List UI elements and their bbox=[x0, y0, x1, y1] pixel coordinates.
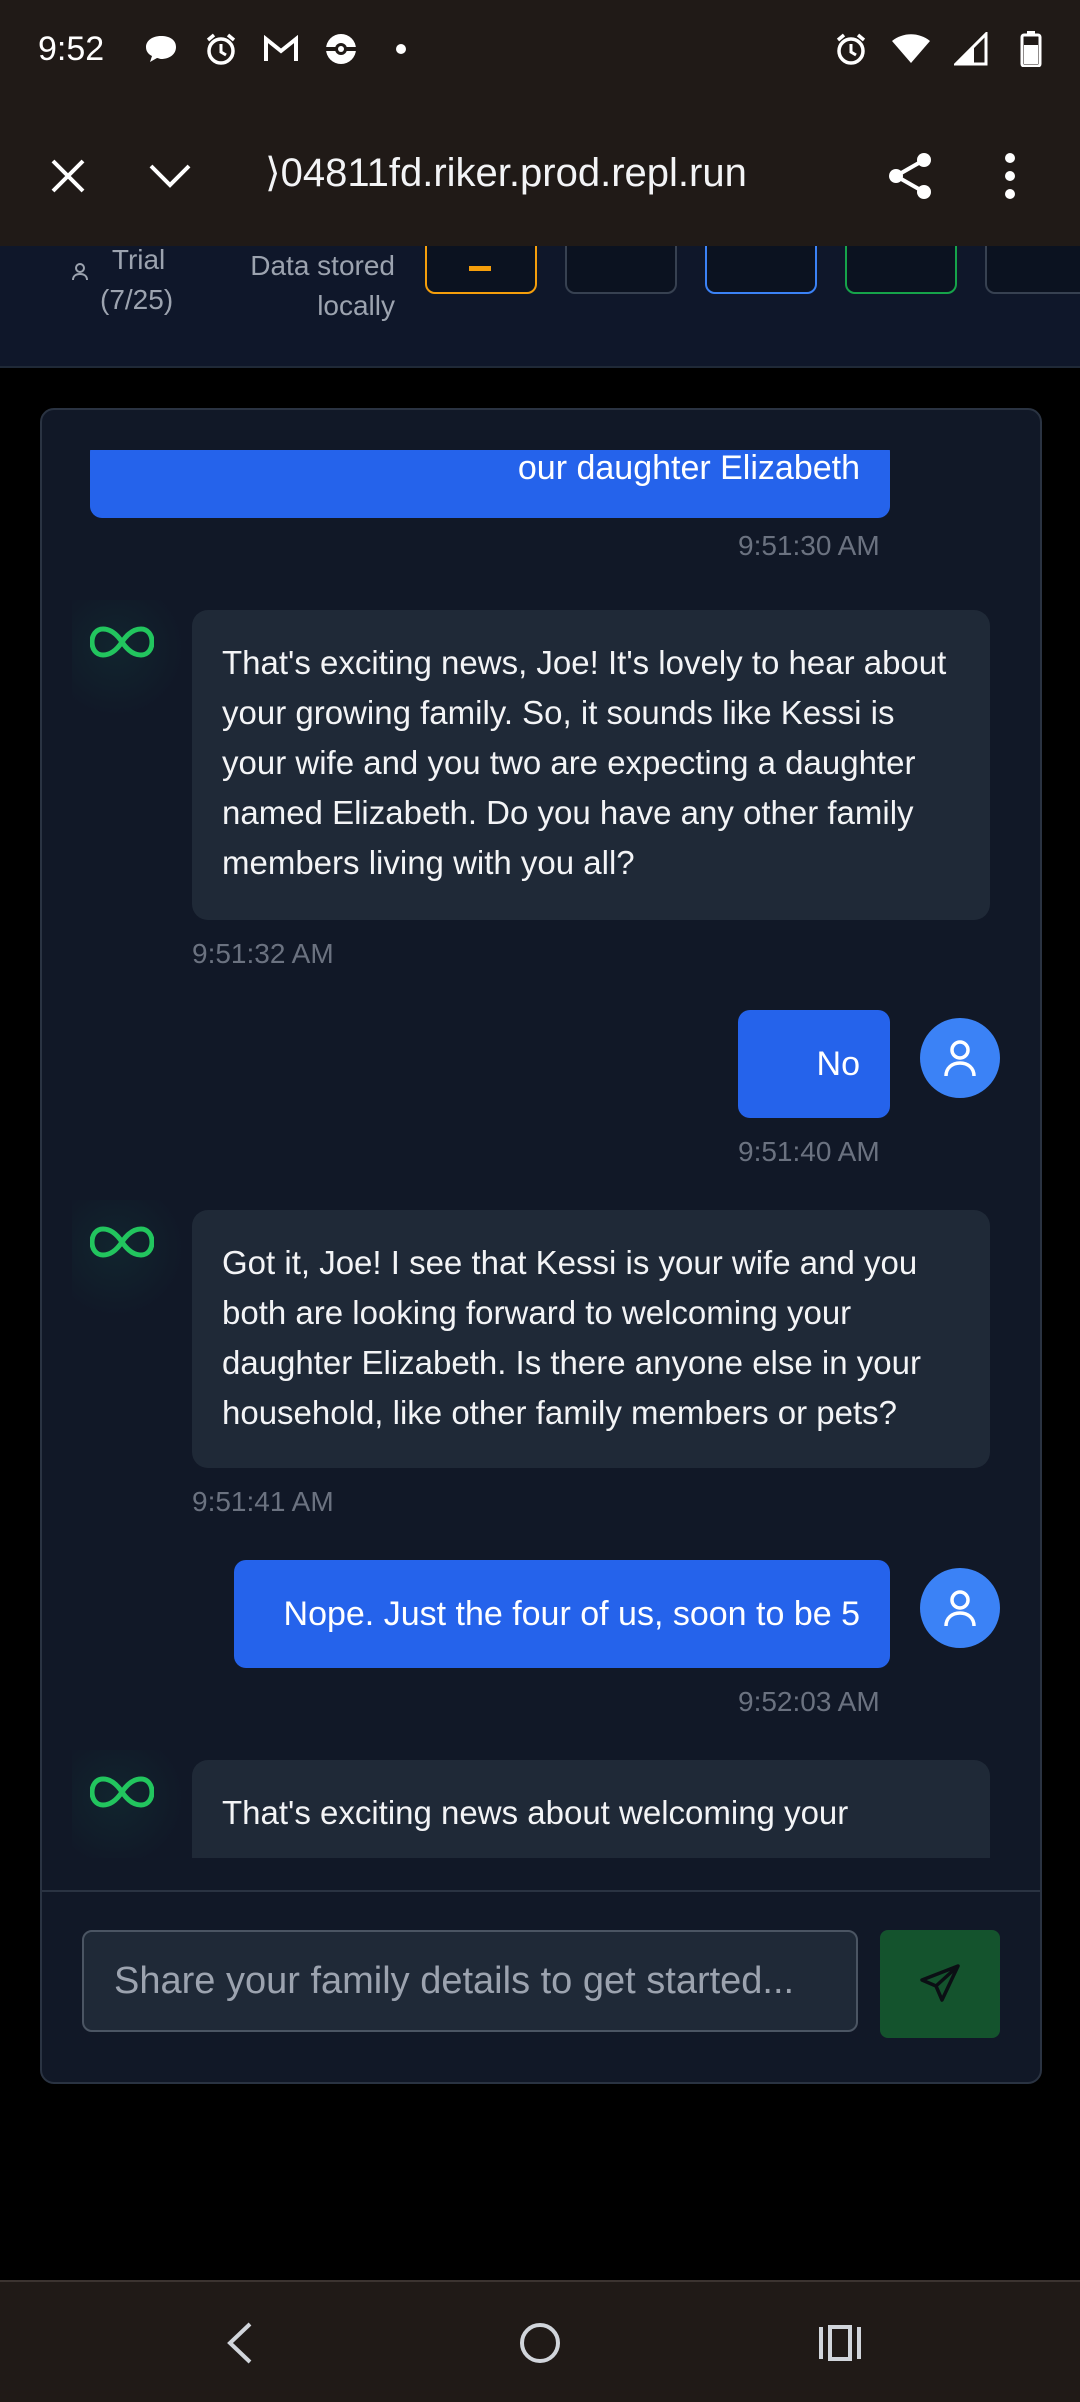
share-button[interactable] bbox=[878, 144, 942, 208]
message-text: No bbox=[816, 1045, 860, 1083]
system-nav-bar bbox=[0, 2280, 1080, 2402]
message-text: Got it, Joe! I see that Kessi is your wi… bbox=[222, 1244, 921, 1431]
home-icon bbox=[520, 2323, 560, 2363]
minimize-button[interactable] bbox=[138, 144, 202, 208]
overflow-menu-button[interactable] bbox=[978, 144, 1042, 208]
storage-note: Data stored locally bbox=[220, 246, 395, 326]
avatar bbox=[920, 1018, 1000, 1098]
header-button-5[interactable] bbox=[985, 246, 1080, 294]
user-message: No bbox=[738, 1010, 890, 1118]
gmail-icon bbox=[260, 28, 302, 70]
chevron-down-icon bbox=[149, 164, 191, 188]
user-message: Nope. Just the four of us, soon to be 5 bbox=[234, 1560, 890, 1668]
close-tab-button[interactable] bbox=[36, 144, 100, 208]
message-text: That's exciting news, Joe! It's lovely t… bbox=[222, 644, 947, 881]
user-icon bbox=[944, 1040, 976, 1077]
message-timestamp: 9:51:30 AM bbox=[738, 530, 880, 561]
infinity-icon bbox=[90, 626, 154, 658]
alarm-icon bbox=[200, 28, 242, 70]
send-button[interactable] bbox=[880, 1930, 1000, 2038]
composer bbox=[42, 1890, 1040, 2082]
system-icons bbox=[830, 28, 1052, 70]
message-timestamp: 9:52:03 AM bbox=[738, 1686, 880, 1717]
message-timestamp: 9:51:40 AM bbox=[738, 1136, 880, 1167]
header-button-3[interactable] bbox=[705, 246, 817, 294]
alarm-icon bbox=[830, 28, 872, 70]
message-timestamp: 9:51:41 AM bbox=[192, 1486, 334, 1517]
pokeball-icon bbox=[320, 28, 362, 70]
recents-button[interactable] bbox=[805, 2308, 875, 2378]
infinity-icon bbox=[90, 1226, 154, 1258]
user-message: our daughter Elizabeth bbox=[90, 450, 890, 518]
trial-count: (7/25) bbox=[100, 284, 174, 315]
message-text: That's exciting news about welcoming you… bbox=[222, 1794, 849, 1831]
header-button-2[interactable] bbox=[565, 246, 677, 294]
send-icon bbox=[920, 1964, 960, 2002]
trial-status: Trial (7/25) bbox=[64, 246, 173, 320]
infinity-icon bbox=[90, 1776, 154, 1808]
close-icon bbox=[51, 159, 85, 193]
back-button[interactable] bbox=[204, 2308, 274, 2378]
dot-icon bbox=[380, 28, 422, 70]
message-text: our daughter Elizabeth bbox=[517, 450, 860, 487]
chat-bubble-icon bbox=[140, 28, 182, 70]
notification-icons bbox=[140, 28, 422, 70]
header-button-4[interactable] bbox=[845, 246, 957, 294]
avatar bbox=[920, 1568, 1000, 1648]
url-text[interactable]: ⟩04811fd.riker.prod.repl.run bbox=[265, 150, 755, 196]
home-button[interactable] bbox=[505, 2308, 575, 2378]
chat-input[interactable] bbox=[82, 1930, 858, 2032]
recents-icon bbox=[819, 2325, 861, 2361]
signal-icon bbox=[950, 28, 992, 70]
storage-line-1: Data stored bbox=[250, 250, 395, 281]
battery-icon bbox=[1010, 28, 1052, 70]
chat-panel: our daughter Elizabeth 9:51:30 AM That's… bbox=[40, 408, 1042, 2084]
status-bar: 9:52 bbox=[0, 0, 1080, 104]
assistant-message: Got it, Joe! I see that Kessi is your wi… bbox=[192, 1210, 990, 1468]
more-vert-icon bbox=[1005, 153, 1015, 199]
share-icon bbox=[889, 153, 931, 199]
trial-label: Trial bbox=[111, 246, 166, 275]
app-header: Trial (7/25) Data stored locally bbox=[0, 246, 1080, 368]
header-button-1[interactable] bbox=[425, 246, 537, 294]
back-icon bbox=[227, 2322, 252, 2364]
assistant-message: That's exciting news about welcoming you… bbox=[192, 1760, 990, 1858]
message-list[interactable]: our daughter Elizabeth 9:51:30 AM That's… bbox=[42, 450, 1040, 1858]
user-icon bbox=[944, 1590, 976, 1627]
wifi-icon bbox=[890, 28, 932, 70]
storage-line-2: locally bbox=[317, 290, 395, 321]
status-time: 9:52 bbox=[38, 30, 105, 68]
message-text: Nope. Just the four of us, soon to be 5 bbox=[283, 1595, 860, 1633]
assistant-message: That's exciting news, Joe! It's lovely t… bbox=[192, 610, 990, 920]
browser-toolbar: ⟩04811fd.riker.prod.repl.run bbox=[0, 104, 1080, 248]
user-icon bbox=[72, 263, 88, 281]
message-timestamp: 9:51:32 AM bbox=[192, 938, 334, 969]
